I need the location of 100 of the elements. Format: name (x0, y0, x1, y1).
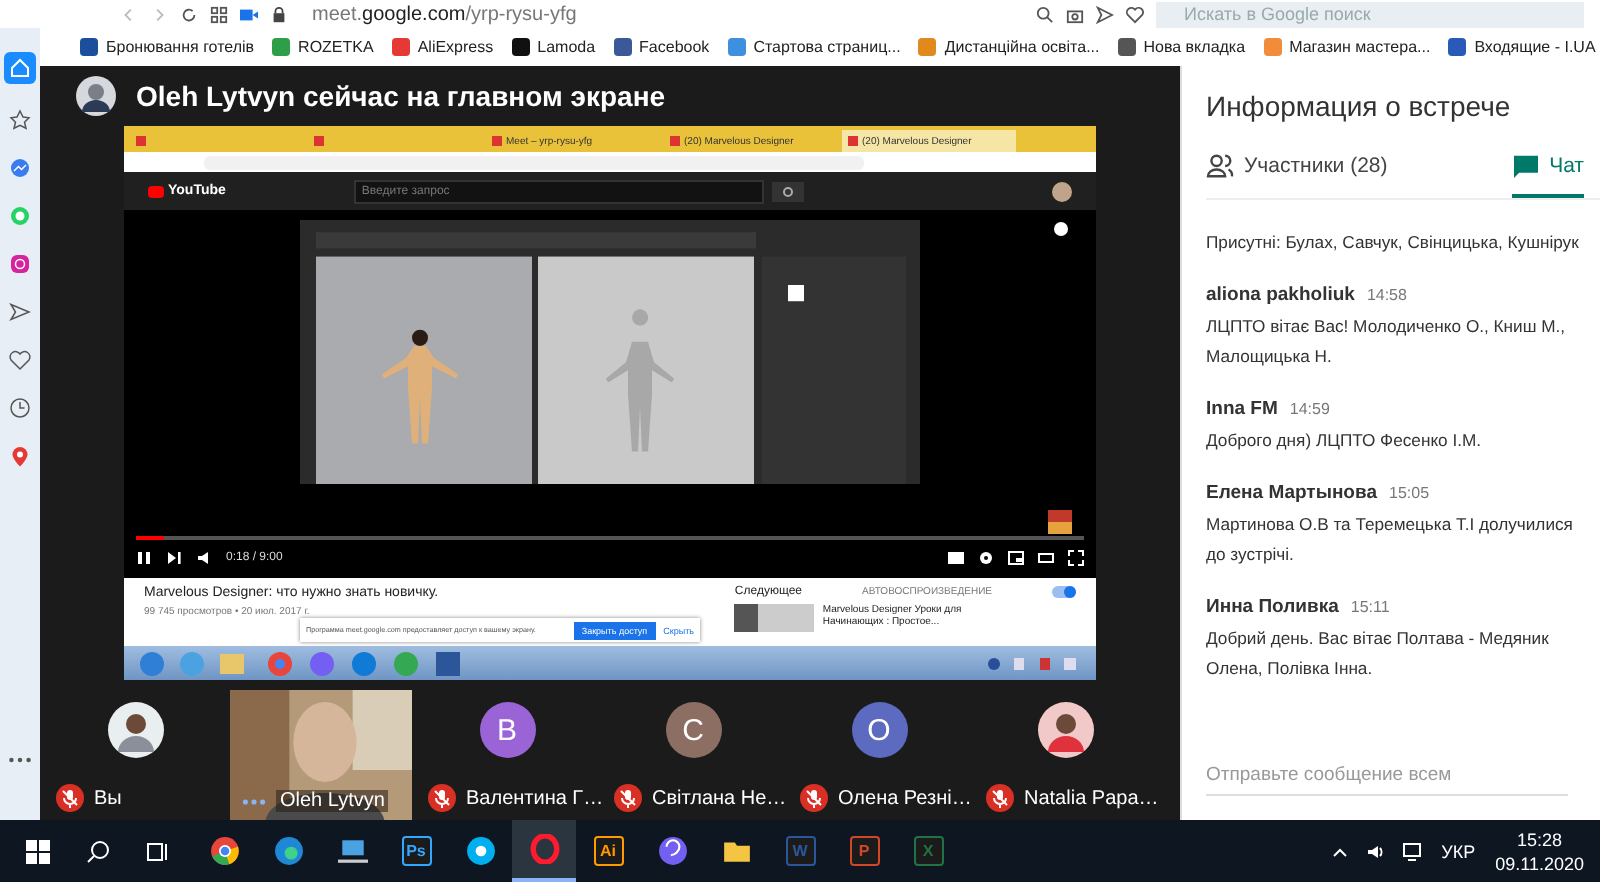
network-icon[interactable] (1401, 841, 1422, 861)
bookmark-icon (272, 38, 291, 56)
message-author: Inna FM (1206, 398, 1278, 420)
bookmark[interactable]: Нова вкладка (1117, 38, 1246, 56)
taskbar-app[interactable]: P (832, 820, 896, 882)
subtitles-icon[interactable] (948, 550, 964, 566)
bookmark-icon (1117, 38, 1136, 56)
miniplayer-icon[interactable] (1008, 550, 1024, 566)
language-indicator[interactable]: УКР (1441, 841, 1476, 861)
edge-icon (273, 836, 303, 866)
taskbar-app[interactable] (512, 820, 576, 882)
autoplay-toggle[interactable] (1052, 586, 1076, 598)
message-text: Доброго дня) ЛЦПТО Фесенко І.М. (1206, 428, 1484, 454)
heart-icon[interactable] (8, 348, 32, 372)
laptop-icon (337, 836, 367, 866)
bookmark[interactable]: Дистанційна освіта... (918, 38, 1100, 56)
avatar: С (665, 702, 721, 758)
heart-icon[interactable] (1126, 5, 1144, 23)
send-icon[interactable] (8, 300, 32, 324)
message-author: aliona pakholiuk (1206, 284, 1355, 306)
participant-name: Вы (94, 787, 122, 809)
taskbar-app[interactable]: Ps (384, 820, 448, 882)
participant-name: Валентина Г… (466, 787, 604, 809)
clock-icon[interactable] (8, 396, 32, 420)
message-text: Мартинова О.В та Теремецька Т.І долучилися до зустрічі. (1206, 512, 1575, 568)
participant-name: Natalia Papa… (1024, 787, 1159, 809)
taskbar-app[interactable]: Ai (576, 820, 640, 882)
bookmark[interactable]: Lamoda (511, 38, 596, 56)
volume-icon[interactable] (196, 550, 212, 566)
participant-name: Oleh Lytvyn (276, 790, 389, 812)
star-icon[interactable] (8, 108, 32, 132)
fullscreen-icon[interactable] (1068, 550, 1084, 566)
message-text: Добрий день. Вас вітає Полтава - Медяник Олена, Полівка Інна. (1206, 626, 1551, 682)
chat-icon (1511, 154, 1540, 178)
bookmark[interactable]: Facebook (613, 38, 710, 56)
message-text: ЛЦПТО вітає Вас! Молодиченко О., Книш М., Малощицька Н. (1206, 314, 1568, 370)
messenger-icon[interactable] (8, 156, 32, 180)
message-time: 15:11 (1350, 598, 1390, 616)
grid-icon[interactable] (210, 5, 228, 23)
message-author: Елена Мартынова (1206, 482, 1377, 504)
skype-icon (465, 836, 495, 866)
task-view-icon[interactable] (144, 837, 172, 865)
chrome-icon (209, 836, 239, 866)
presenter-title: Oleh Lytvyn сейчас на главном экране (136, 80, 666, 112)
volume-icon[interactable] (1365, 841, 1386, 861)
app-icon: Ai (593, 836, 623, 866)
home-icon[interactable] (4, 52, 36, 84)
bookmark[interactable]: ROZETKA (272, 38, 374, 56)
address-field[interactable] (204, 155, 864, 169)
theater-icon[interactable] (1038, 550, 1054, 566)
search-icon[interactable] (771, 181, 804, 201)
app-icon: W (785, 836, 815, 866)
channel-logo (1048, 510, 1072, 534)
participant-name: Олена Резні… (838, 787, 972, 809)
lock-icon (270, 5, 288, 23)
bookmark[interactable]: Магазин мастера... (1263, 38, 1431, 56)
bookmark-icon (511, 38, 530, 56)
folder-icon (721, 836, 751, 866)
pause-icon[interactable] (136, 550, 152, 566)
bookmark-icon (727, 38, 746, 56)
message-time: 14:59 (1289, 400, 1330, 418)
search-icon[interactable] (1036, 5, 1054, 23)
bookmark[interactable]: AliExpress (391, 38, 494, 56)
bookmark-icon (1448, 38, 1467, 56)
avatar-icon (107, 702, 163, 758)
bookmark[interactable]: Входящие - I.UA (1448, 38, 1596, 56)
pin-icon[interactable] (8, 444, 32, 468)
bookmark[interactable]: Стартова страниц... (727, 38, 901, 56)
reload-icon[interactable] (180, 5, 198, 23)
viber-icon (657, 836, 687, 866)
avatar-icon[interactable] (1052, 181, 1072, 201)
next-icon[interactable] (166, 550, 182, 566)
people-icon (1206, 154, 1234, 178)
clock[interactable]: 15:28 09.11.2020 (1495, 827, 1584, 875)
app-icon: X (913, 836, 943, 866)
bookmark-icon (613, 38, 632, 56)
panel-tab[interactable]: Чат (1511, 154, 1584, 198)
video-thumbnail[interactable] (734, 604, 815, 632)
settings-icon[interactable] (978, 550, 994, 566)
panel-tab[interactable]: Участники (28) (1206, 154, 1388, 198)
windows-start-icon[interactable] (24, 837, 52, 865)
more-icon[interactable] (8, 756, 32, 764)
camera-icon[interactable] (1066, 5, 1084, 23)
camera-icon (240, 5, 258, 23)
bookmark-icon (391, 38, 410, 56)
info-icon[interactable] (1054, 222, 1068, 236)
participant-name: Світлана Не… (652, 787, 787, 809)
address-field[interactable]: meet.google.com/yrp-rysu-yfg (312, 3, 577, 25)
avatar-icon (76, 76, 116, 116)
app-icon: P (849, 836, 879, 866)
message-time: 14:58 (1366, 286, 1407, 304)
opera-icon (529, 834, 559, 864)
bookmark[interactable]: Бронювання готелів (80, 38, 255, 56)
send-icon[interactable] (1096, 5, 1114, 23)
instagram-icon[interactable] (8, 252, 32, 276)
message-text: Присутні: Булах, Савчук, Свінцицька, Кушнірук (1206, 230, 1581, 256)
bookmark-icon (918, 38, 937, 56)
panel-title: Информация о встрече (1206, 90, 1513, 122)
message-author: Инна Поливка (1206, 596, 1339, 618)
search-icon[interactable] (84, 837, 112, 865)
